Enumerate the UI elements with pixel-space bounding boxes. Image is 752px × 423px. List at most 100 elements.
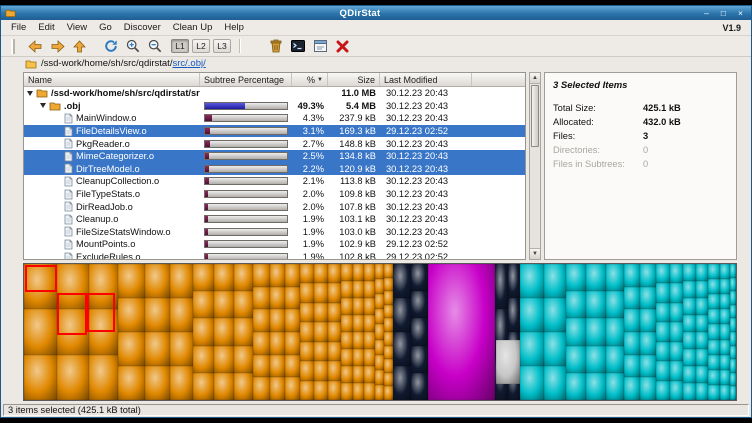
treemap-cell[interactable] (730, 264, 736, 278)
treemap-cell[interactable] (314, 303, 328, 322)
treemap-cell[interactable] (683, 264, 696, 281)
treemap-cell[interactable] (720, 309, 731, 324)
treemap-cell[interactable] (270, 264, 286, 287)
treemap-cell[interactable] (300, 342, 314, 361)
treemap-cell[interactable] (696, 264, 708, 281)
treemap-cell[interactable] (328, 322, 341, 341)
treemap-cell[interactable] (624, 264, 640, 287)
treemap-cell[interactable] (696, 332, 708, 349)
treemap-cell[interactable] (364, 349, 375, 366)
table-row[interactable]: FileDetailsView.o3.1%169.3 kB29.12.23 02… (24, 125, 525, 138)
menu-item-edit[interactable]: Edit (32, 22, 60, 33)
table-row[interactable]: .obj49.3%5.4 MB30.12.23 20:43 (24, 100, 525, 113)
treemap-cell[interactable] (314, 283, 328, 302)
menu-item-go[interactable]: Go (93, 22, 118, 33)
treemap-cell[interactable] (720, 264, 731, 279)
treemap-cell[interactable] (384, 291, 393, 305)
treemap-level-button-l1[interactable]: L1 (171, 39, 189, 53)
close-button[interactable]: × (734, 8, 747, 19)
column-header-name[interactable]: Name (24, 73, 200, 86)
treemap-cell[interactable] (730, 332, 736, 346)
treemap-cell[interactable] (656, 342, 670, 361)
treemap-cell[interactable] (566, 373, 587, 400)
treemap-cell[interactable] (640, 332, 656, 355)
treemap-cell[interactable] (328, 264, 341, 283)
treemap-cell[interactable] (708, 324, 719, 339)
treemap-cell[interactable] (384, 386, 393, 400)
treemap-cell[interactable] (393, 298, 411, 332)
table-row[interactable]: CleanupCollection.o2.1%113.8 kB30.12.23 … (24, 175, 525, 188)
treemap-cell[interactable] (384, 305, 393, 319)
menu-item-view[interactable]: View (61, 22, 93, 33)
go-forward-button[interactable] (47, 37, 67, 55)
table-row[interactable]: Cleanup.o1.9%103.1 kB30.12.23 20:43 (24, 213, 525, 226)
treemap-cell[interactable] (193, 264, 214, 291)
menu-item-help[interactable]: Help (218, 22, 250, 33)
menu-item-discover[interactable]: Discover (118, 22, 167, 33)
treemap-cell[interactable] (118, 366, 145, 400)
treemap-cell[interactable] (640, 355, 656, 378)
treemap-cell[interactable] (145, 298, 170, 332)
treemap-cell[interactable] (411, 264, 428, 291)
treemap-cell[interactable] (214, 291, 234, 318)
treemap-cell[interactable] (730, 318, 736, 332)
treemap-cell[interactable] (341, 298, 353, 315)
treemap-cell[interactable] (586, 264, 605, 291)
treemap-cell[interactable] (670, 361, 684, 380)
treemap-cell[interactable] (708, 385, 719, 400)
treemap-cell[interactable] (495, 264, 508, 309)
treemap-cell[interactable] (328, 361, 341, 380)
treemap-cell[interactable] (496, 340, 519, 384)
treemap-cell[interactable] (300, 283, 314, 302)
treemap-cell[interactable] (586, 373, 605, 400)
treemap-cell[interactable] (300, 381, 314, 400)
treemap-cell[interactable] (730, 359, 736, 373)
treemap-cell[interactable] (234, 291, 253, 318)
treemap-cell[interactable] (544, 332, 566, 366)
treemap-cell[interactable] (544, 264, 566, 298)
treemap-cell[interactable] (586, 291, 605, 318)
treemap-cell[interactable] (708, 264, 719, 279)
treemap-cell[interactable] (656, 361, 670, 380)
treemap-cell[interactable] (285, 309, 300, 332)
treemap-cell[interactable] (411, 373, 428, 400)
treemap-cell[interactable] (384, 359, 393, 373)
treemap-cell[interactable] (696, 281, 708, 298)
treemap-cell[interactable] (145, 332, 170, 366)
treemap-cell[interactable] (696, 366, 708, 383)
treemap-cell[interactable] (270, 377, 286, 400)
treemap-cell[interactable] (253, 287, 270, 310)
treemap-cell[interactable] (300, 264, 314, 283)
treemap-cell[interactable] (328, 381, 341, 400)
treemap-cell[interactable] (696, 315, 708, 332)
treemap-cell[interactable] (508, 298, 519, 332)
treemap-cell[interactable] (214, 346, 234, 373)
treemap-cell[interactable] (253, 264, 270, 287)
titlebar[interactable]: QDirStat – □ × (1, 6, 751, 20)
treemap-cell[interactable] (670, 303, 684, 322)
treemap-cell[interactable] (624, 287, 640, 310)
treemap-cell[interactable] (411, 318, 428, 345)
treemap-cell[interactable] (708, 279, 719, 294)
toolbar-grip[interactable] (11, 39, 15, 54)
treemap-cell[interactable] (353, 298, 364, 315)
treemap-cell[interactable] (353, 366, 364, 383)
treemap-cell[interactable] (508, 264, 519, 298)
treemap-cell[interactable] (566, 318, 587, 345)
treemap-cell[interactable] (670, 283, 684, 302)
treemap-cell[interactable] (683, 349, 696, 366)
treemap-cell[interactable] (708, 355, 719, 370)
treemap-cell[interactable] (364, 281, 375, 298)
scroll-up-arrow-icon[interactable]: ▲ (530, 73, 540, 84)
table-row[interactable]: FileTypeStats.o2.0%109.8 kB30.12.23 20:4… (24, 188, 525, 201)
treemap-cell[interactable] (89, 355, 118, 400)
treemap-cell[interactable] (341, 315, 353, 332)
treemap-cell[interactable] (375, 324, 384, 339)
treemap-cell[interactable] (145, 366, 170, 400)
column-header-[interactable]: %▼ (292, 73, 328, 86)
treemap-cell[interactable] (375, 340, 384, 355)
zoom-out-button[interactable] (145, 37, 165, 55)
treemap-cell[interactable] (708, 340, 719, 355)
treemap-cell[interactable] (253, 377, 270, 400)
treemap-cell[interactable] (720, 385, 731, 400)
